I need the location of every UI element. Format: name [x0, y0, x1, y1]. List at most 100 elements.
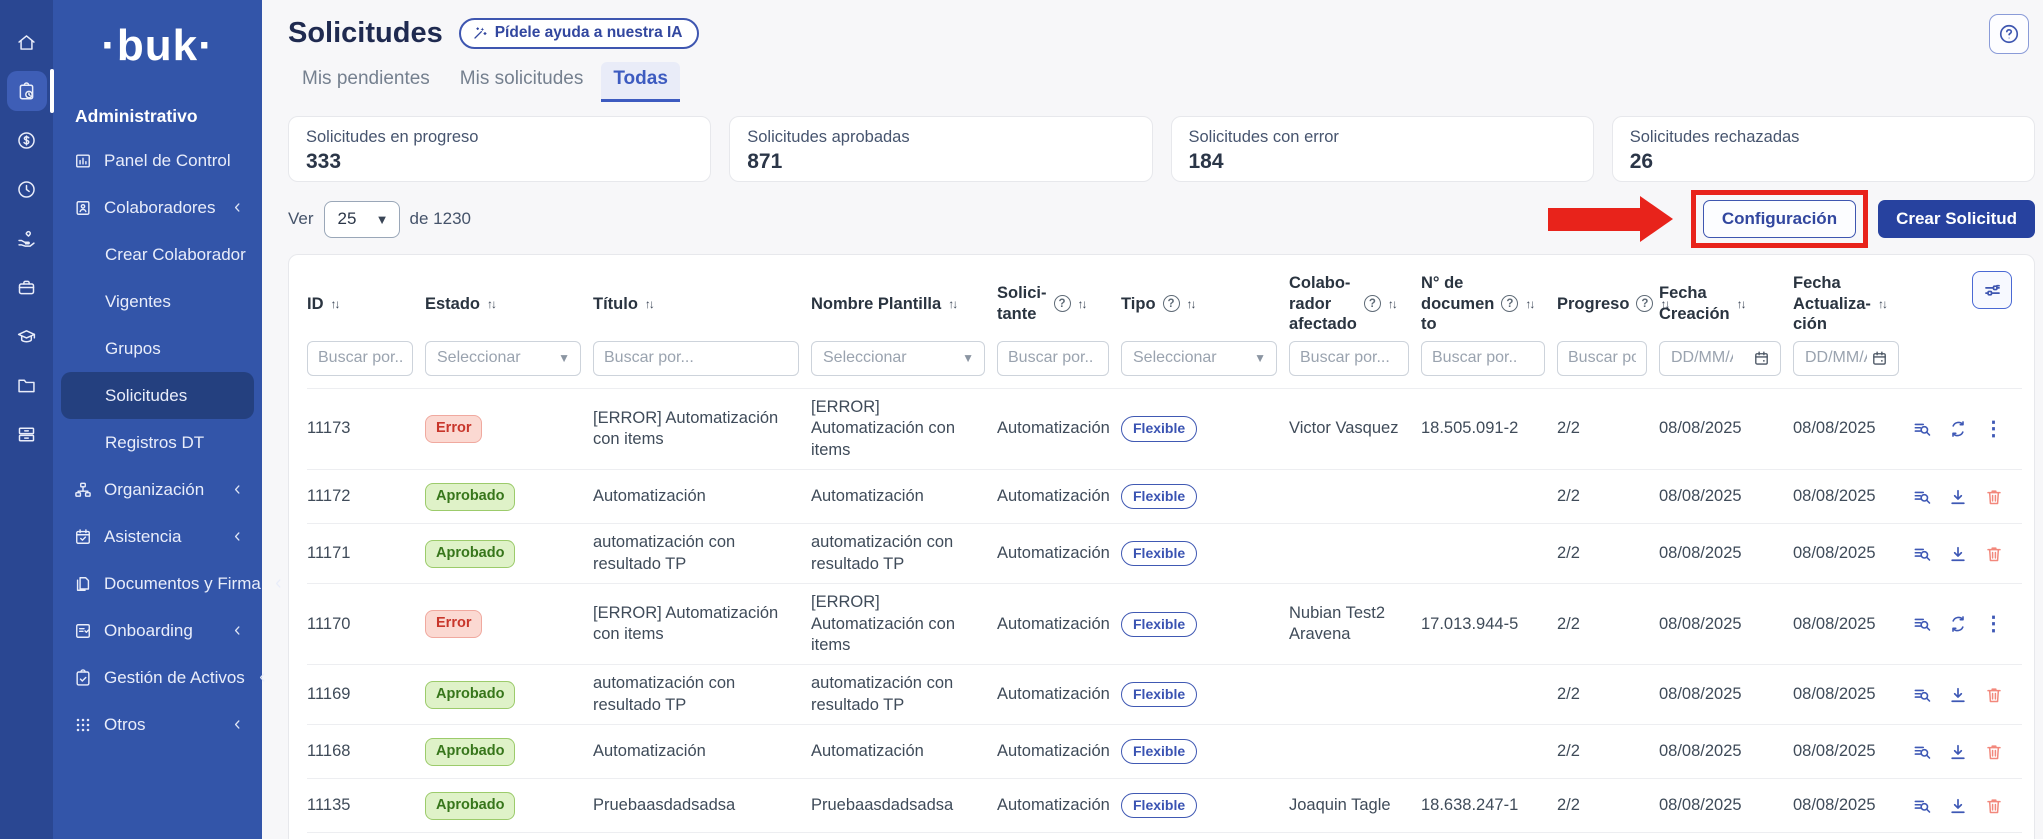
sidebar-item-crear-colaborador[interactable]: Crear Colaborador: [61, 231, 254, 278]
download-icon[interactable]: [1947, 543, 1968, 564]
cell-creacion: 08/08/2025: [1659, 779, 1793, 832]
sort-icon[interactable]: ↑↓: [487, 297, 495, 311]
sidebar-item-organizacion[interactable]: Organización: [61, 466, 254, 513]
tab-mis-pendientes[interactable]: Mis pendientes: [290, 62, 442, 102]
sort-icon[interactable]: ↑↓: [948, 297, 956, 311]
cell-solicitante: Automatización: [997, 665, 1121, 724]
sort-icon[interactable]: ↑↓: [1078, 297, 1086, 311]
sidebar-item-otros[interactable]: Otros: [61, 701, 254, 748]
help-icon[interactable]: ?: [1501, 295, 1518, 312]
download-icon[interactable]: [1947, 741, 1968, 762]
column-header-n-de-documen-to: N° de documen to?↑↓: [1421, 269, 1557, 339]
rail-item-folder[interactable]: [7, 365, 47, 405]
kebab-menu-icon[interactable]: ⋮: [1983, 419, 2004, 440]
filter-input-solici-tante[interactable]: [997, 341, 1109, 376]
sidebar-item-onboarding[interactable]: Onboarding: [61, 607, 254, 654]
cell-actualizacion: 08/08/2025: [1793, 665, 1911, 724]
calendar-icon: [1870, 349, 1889, 368]
sort-icon[interactable]: ↑↓: [1388, 297, 1396, 311]
filter-select-tipo[interactable]: Seleccionar▼: [1121, 341, 1277, 376]
filter-input-colabo-rador-afectado[interactable]: [1289, 341, 1409, 376]
crear-solicitud-button[interactable]: Crear Solicitud: [1878, 200, 2035, 238]
filter-input-field[interactable]: [308, 342, 412, 375]
view-request-icon[interactable]: [1911, 419, 1932, 440]
cell-titulo: [ERROR] Automatización con items: [593, 389, 811, 469]
download-icon[interactable]: [1947, 684, 1968, 705]
cell-actualizacion: 08/08/2025: [1793, 524, 1911, 583]
table-header-row: ID↑↓Estado↑↓Título↑↓Nombre Plantilla↑↓So…: [307, 269, 2022, 339]
rail-item-clipboard-clock[interactable]: [7, 71, 47, 111]
filter-input-field[interactable]: [1558, 342, 1646, 375]
sort-icon[interactable]: ↑↓: [1737, 297, 1745, 311]
filter-date-fecha-actualiza-cion[interactable]: DD/MM/AAAA: [1793, 341, 1899, 376]
rail-item-cabinet[interactable]: [7, 414, 47, 454]
download-icon[interactable]: [1947, 795, 1968, 816]
tab-mis-solicitudes[interactable]: Mis solicitudes: [448, 62, 596, 102]
help-icon[interactable]: ?: [1054, 295, 1071, 312]
sidebar-item-solicitudes[interactable]: Solicitudes: [61, 372, 254, 419]
cell-actions: [1911, 470, 2030, 523]
cell-id: 11069: [307, 833, 425, 839]
filter-input-id[interactable]: [307, 341, 413, 376]
rail-item-briefcase[interactable]: [7, 267, 47, 307]
filter-select-estado[interactable]: Seleccionar▼: [425, 341, 581, 376]
sidebar-item-colaboradores[interactable]: Colaboradores: [61, 184, 254, 231]
view-request-icon[interactable]: [1911, 795, 1932, 816]
sort-icon[interactable]: ↑↓: [1878, 297, 1886, 311]
filter-input-field[interactable]: [1290, 342, 1408, 375]
filter-input-field[interactable]: [1422, 342, 1544, 375]
rail-item-money-circle[interactable]: [7, 120, 47, 160]
rail-item-home[interactable]: [7, 22, 47, 62]
ai-help-button[interactable]: Pídele ayuda a nuestra IA: [459, 18, 699, 49]
rail-item-hand-heart[interactable]: [7, 218, 47, 258]
rail-item-clock[interactable]: [7, 169, 47, 209]
retry-icon[interactable]: [1947, 614, 1968, 635]
view-request-icon[interactable]: [1911, 486, 1932, 507]
filter-input-titulo[interactable]: [593, 341, 799, 376]
sidebar-item-vigentes[interactable]: Vigentes: [61, 278, 254, 325]
column-settings-button[interactable]: [1972, 271, 2012, 309]
solicitudes-table: ID↑↓Estado↑↓Título↑↓Nombre Plantilla↑↓So…: [288, 254, 2035, 839]
sort-icon[interactable]: ↑↓: [645, 297, 653, 311]
filter-input-field[interactable]: [998, 342, 1108, 375]
filter-input-field[interactable]: [594, 342, 798, 375]
cell-creacion: 08/08/2025: [1659, 725, 1793, 778]
filter-select-nombre-plantilla[interactable]: Seleccionar▼: [811, 341, 985, 376]
sort-icon[interactable]: ↑↓: [1525, 297, 1533, 311]
total-count-label: de 1230: [410, 209, 471, 229]
delete-icon[interactable]: [1983, 741, 2004, 762]
sidebar-item-documentos-y-firma[interactable]: Documentos y Firma: [61, 560, 254, 607]
cell-solicitante: Automatización: [997, 524, 1121, 583]
delete-icon[interactable]: [1983, 543, 2004, 564]
help-icon[interactable]: ?: [1636, 295, 1653, 312]
kebab-menu-icon[interactable]: ⋮: [1983, 614, 2004, 635]
download-icon[interactable]: [1947, 486, 1968, 507]
view-request-icon[interactable]: [1911, 684, 1932, 705]
sidebar-item-panel-de-control[interactable]: Panel de Control: [61, 137, 254, 184]
sort-icon[interactable]: ↑↓: [1187, 297, 1195, 311]
configuracion-button[interactable]: Configuración: [1703, 200, 1856, 238]
filter-cell-nombre-plantilla: Seleccionar▼: [811, 339, 997, 388]
sidebar-item-grupos[interactable]: Grupos: [61, 325, 254, 372]
view-request-icon[interactable]: [1911, 741, 1932, 762]
page-size-select[interactable]: 25 ▼: [324, 201, 400, 238]
delete-icon[interactable]: [1983, 486, 2004, 507]
retry-icon[interactable]: [1947, 419, 1968, 440]
view-request-icon[interactable]: [1911, 543, 1932, 564]
cell-actualizacion: 08/08/2025: [1793, 584, 1911, 664]
delete-icon[interactable]: [1983, 684, 2004, 705]
rail-item-graduation-cap[interactable]: [7, 316, 47, 356]
sidebar-item-gestion-de-activos[interactable]: Gestión de Activos: [61, 654, 254, 701]
sidebar-item-registros-dt[interactable]: Registros DT: [61, 419, 254, 466]
tab-todas[interactable]: Todas: [601, 62, 680, 102]
help-button[interactable]: [1989, 14, 2029, 54]
view-request-icon[interactable]: [1911, 614, 1932, 635]
help-icon[interactable]: ?: [1364, 295, 1381, 312]
filter-date-fecha-creacion[interactable]: DD/MM/AAAA: [1659, 341, 1781, 376]
help-icon[interactable]: ?: [1163, 295, 1180, 312]
sort-icon[interactable]: ↑↓: [331, 297, 339, 311]
filter-input-n-de-documen-to[interactable]: [1421, 341, 1545, 376]
filter-input-progreso[interactable]: [1557, 341, 1647, 376]
sidebar-item-asistencia[interactable]: Asistencia: [61, 513, 254, 560]
delete-icon[interactable]: [1983, 795, 2004, 816]
